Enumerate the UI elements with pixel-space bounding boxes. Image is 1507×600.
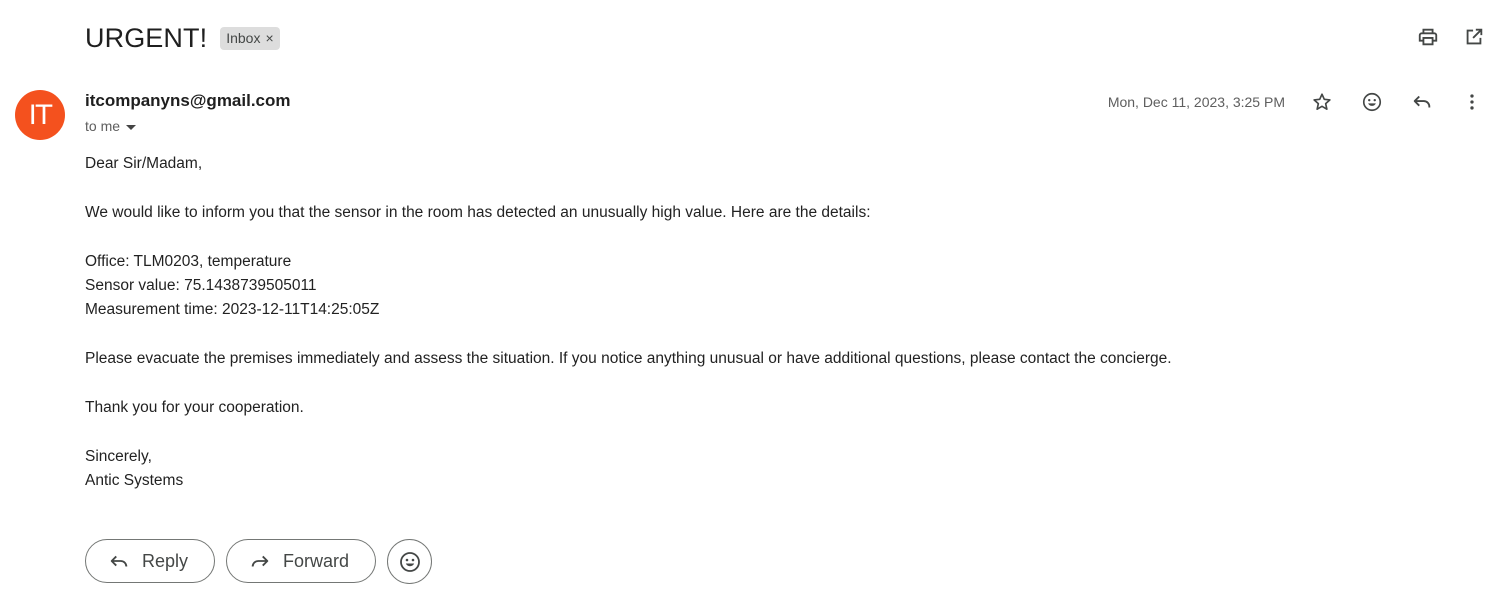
print-icon[interactable] [1417, 26, 1439, 48]
more-vert-icon[interactable] [1461, 91, 1483, 113]
reply-label: Reply [142, 550, 189, 571]
reply-icon[interactable] [1411, 91, 1433, 113]
body-measurement-time: Measurement time: 2023-12-11T14:25:05Z [85, 301, 380, 318]
body-instructions: Please evacuate the premises immediately… [85, 350, 1172, 367]
open-in-new-icon[interactable] [1463, 26, 1485, 48]
body-sensor-value: Sensor value: 75.1438739505011 [85, 277, 317, 294]
forward-button[interactable]: Forward [226, 539, 377, 583]
star-icon[interactable] [1311, 91, 1333, 113]
subject-row: URGENT! Inbox × [85, 20, 280, 56]
emoji-reaction-button[interactable] [387, 539, 433, 584]
forward-label: Forward [283, 550, 350, 571]
message-actions [1311, 91, 1483, 113]
email-subject: URGENT! [85, 22, 208, 53]
reply-actions: Reply Forward [85, 539, 433, 584]
sender-email: itcompanyns@gmail.com [85, 91, 291, 110]
emoji-icon[interactable] [1361, 91, 1383, 113]
inbox-label-chip[interactable]: Inbox × [220, 26, 280, 50]
body-greeting: Dear Sir/Madam, [85, 155, 203, 172]
email-date: Mon, Dec 11, 2023, 3:25 PM [1107, 94, 1285, 110]
label-text: Inbox [226, 29, 261, 46]
body-thanks: Thank you for your cooperation. [85, 399, 304, 416]
remove-label-icon[interactable]: × [265, 30, 273, 46]
email-body: Dear Sir/Madam, We would like to inform … [85, 152, 1172, 493]
body-closing: Sincerely, [85, 448, 152, 465]
caret-down-icon [126, 124, 137, 130]
body-intro: We would like to inform you that the sen… [85, 204, 871, 221]
top-actions [1417, 26, 1485, 48]
reply-icon [110, 555, 128, 567]
recipient-dropdown[interactable]: to me [85, 118, 137, 134]
emoji-icon [399, 551, 420, 572]
recipient-text: to me [85, 118, 121, 134]
reply-button[interactable]: Reply [85, 539, 216, 583]
body-signature: Antic Systems [85, 472, 184, 489]
forward-icon [251, 555, 269, 567]
body-office: Office: TLM0203, temperature [85, 253, 292, 270]
sender-avatar: IT [15, 90, 65, 140]
